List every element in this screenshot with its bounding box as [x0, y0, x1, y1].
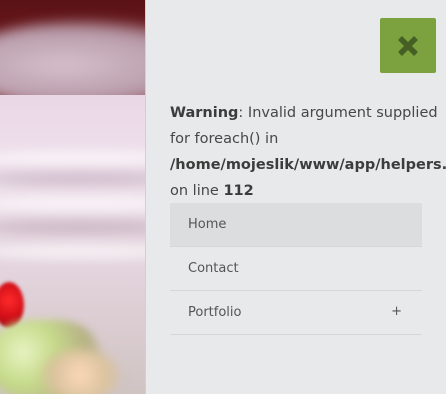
menu-item-label: Portfolio [188, 305, 242, 320]
warning-file-path: /home/mojeslik/www/app/helpers.inc.php [170, 157, 446, 173]
menu-panel: Warning: Invalid argument supplied for f… [146, 0, 446, 394]
close-icon [397, 35, 419, 57]
warning-line-number: 112 [223, 183, 254, 199]
warning-label: Warning [170, 105, 239, 121]
expand-icon[interactable]: + [391, 304, 402, 319]
menu-item-contact[interactable]: Contact [170, 247, 422, 291]
page: Warning: Invalid argument supplied for f… [0, 0, 446, 394]
warning-message: : Invalid argument supplied [238, 105, 438, 121]
photo-shade [0, 172, 146, 186]
photo-highlight [0, 244, 146, 260]
php-warning: Warning: Invalid argument supplied for f… [170, 100, 446, 204]
photo-highlight [0, 196, 146, 212]
nav-menu: Home Contact Portfolio + [170, 203, 422, 335]
menu-item-label: Contact [188, 261, 239, 276]
menu-item-label: Home [188, 217, 227, 232]
photo-shade [0, 220, 146, 234]
photo-garnish [40, 350, 120, 394]
menu-item-portfolio[interactable]: Portfolio + [170, 291, 422, 335]
close-button[interactable] [380, 18, 436, 73]
warning-line-prefix: on line [170, 183, 224, 199]
background-photo [0, 0, 146, 394]
menu-item-home[interactable]: Home [170, 203, 422, 247]
warning-message-line2: for foreach() in [170, 131, 279, 147]
photo-highlight [0, 150, 146, 166]
